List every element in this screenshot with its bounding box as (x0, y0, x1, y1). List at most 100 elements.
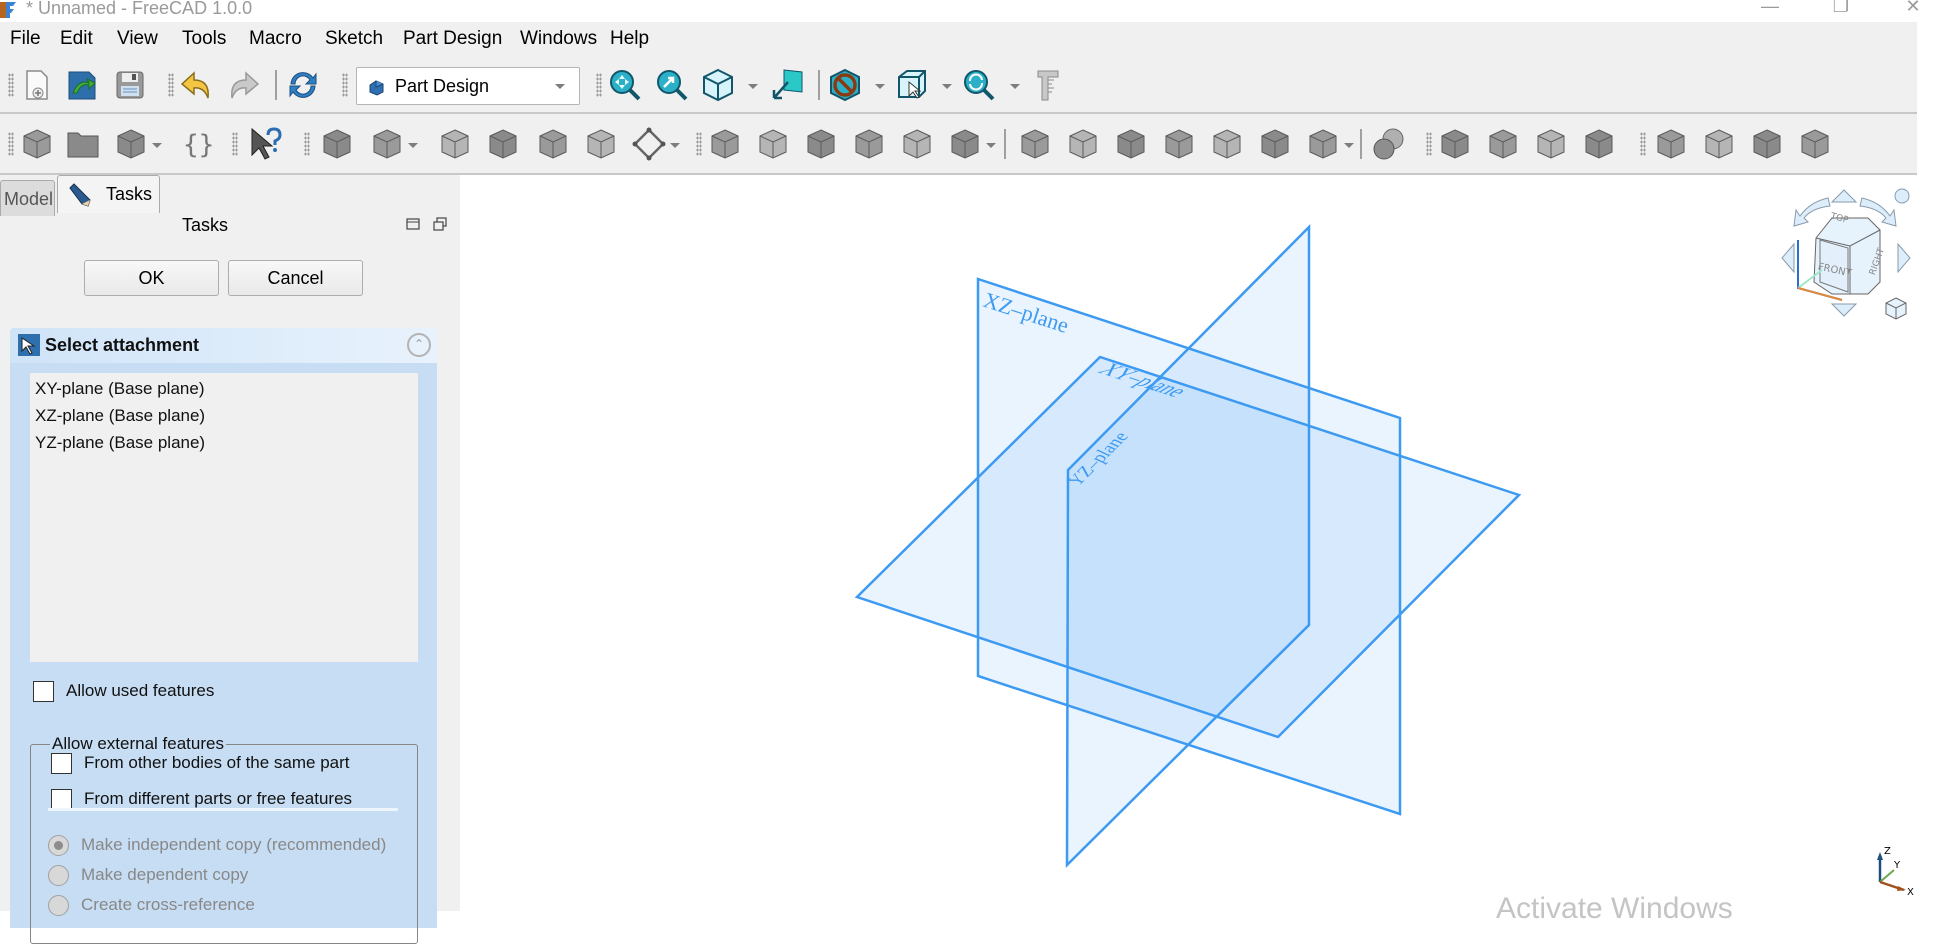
subtractive-pipe-icon[interactable] (1210, 127, 1244, 161)
toolbar-grip[interactable] (304, 132, 310, 156)
toolbar-grip[interactable] (8, 132, 14, 156)
toolbar-grip[interactable] (696, 132, 702, 156)
additive-loft-icon[interactable] (804, 127, 838, 161)
collapse-chevron-icon[interactable]: ⌃ (407, 333, 431, 357)
minimize-button[interactable]: — (1755, 0, 1785, 18)
undo-icon[interactable] (180, 68, 214, 102)
group-icon[interactable] (66, 127, 100, 161)
cancel-button[interactable]: Cancel (228, 260, 363, 296)
new-document-icon[interactable] (20, 68, 54, 102)
subshape-binder-icon[interactable] (536, 127, 570, 161)
toolbar-grip[interactable] (8, 73, 14, 97)
subtractive-primitive-dropdown[interactable] (1344, 143, 1354, 148)
independent-copy-radio[interactable] (48, 835, 69, 856)
link-icon[interactable] (114, 127, 148, 161)
independent-copy-label: Make independent copy (recommended) (81, 835, 387, 854)
toolbar-grip[interactable] (232, 132, 238, 156)
toolbar-grip[interactable] (596, 73, 602, 97)
workbench-selector[interactable]: Part Design (356, 67, 580, 105)
menu-view[interactable]: View (117, 28, 158, 50)
groove-icon[interactable] (1114, 127, 1148, 161)
save-document-icon[interactable] (113, 68, 147, 102)
isometric-view-icon[interactable] (701, 68, 735, 102)
additive-helix-icon[interactable] (900, 127, 934, 161)
mirrored-icon[interactable] (1654, 127, 1688, 161)
list-item[interactable]: YZ-plane (Base plane) (35, 433, 205, 453)
clone-icon[interactable] (584, 127, 618, 161)
reference-list[interactable]: XY-plane (Base plane) XZ-plane (Base pla… (30, 373, 418, 662)
pocket-icon[interactable] (1018, 127, 1052, 161)
create-sketch-icon[interactable] (370, 127, 404, 161)
additive-primitive-icon[interactable] (948, 127, 982, 161)
fillet-icon[interactable] (1438, 127, 1472, 161)
different-parts-checkbox[interactable] (51, 789, 72, 810)
shape-binder-icon[interactable] (486, 127, 520, 161)
menu-sketch[interactable]: Sketch (325, 28, 383, 50)
toolbar-grip[interactable] (1426, 132, 1432, 156)
measure-icon[interactable] (770, 68, 804, 102)
isometric-view-dropdown[interactable] (748, 84, 758, 89)
allow-used-features-checkbox[interactable] (33, 681, 54, 702)
linear-pattern-icon[interactable] (1702, 127, 1736, 161)
toolbar-grip[interactable] (1640, 132, 1646, 156)
menu-windows[interactable]: Windows (520, 28, 597, 50)
thickness-icon[interactable] (1582, 127, 1616, 161)
additive-pipe-icon[interactable] (852, 127, 886, 161)
subtractive-helix-icon[interactable] (1258, 127, 1292, 161)
body-icon[interactable] (320, 127, 354, 161)
pad-icon[interactable] (708, 127, 742, 161)
fit-all-icon[interactable] (608, 68, 642, 102)
fit-selection-icon[interactable] (655, 68, 689, 102)
list-item[interactable]: XY-plane (Base plane) (35, 379, 205, 399)
toolbar-grip[interactable] (168, 73, 174, 97)
menu-edit[interactable]: Edit (60, 28, 93, 50)
ok-button[interactable]: OK (84, 260, 219, 296)
multi-transform-icon[interactable] (1798, 127, 1832, 161)
create-sketch-dropdown[interactable] (408, 143, 418, 148)
menu-part-design[interactable]: Part Design (403, 28, 502, 50)
bounding-box-dropdown[interactable] (942, 84, 952, 89)
hole-icon[interactable] (1066, 127, 1100, 161)
subtractive-primitive-icon[interactable] (1306, 127, 1340, 161)
tab-tasks[interactable]: Tasks (57, 175, 160, 213)
draw-style-dropdown[interactable] (875, 84, 885, 89)
polar-pattern-icon[interactable] (1750, 127, 1784, 161)
menu-macro[interactable]: Macro (249, 28, 302, 50)
tab-model[interactable]: Model (0, 180, 55, 216)
measure-distance-icon[interactable] (1030, 68, 1064, 102)
dependent-copy-radio[interactable] (48, 865, 69, 886)
restore-button[interactable]: ❐ (1826, 0, 1856, 18)
revolution-icon[interactable] (756, 127, 790, 161)
toolbar-grip[interactable] (342, 73, 348, 97)
other-bodies-checkbox[interactable] (51, 753, 72, 774)
whats-this-icon[interactable] (248, 127, 282, 161)
boolean-icon[interactable] (1372, 127, 1406, 161)
redo-icon[interactable] (226, 68, 260, 102)
bounding-box-icon[interactable] (895, 68, 929, 102)
menu-tools[interactable]: Tools (182, 28, 226, 50)
dock-maximize-icon[interactable] (405, 216, 421, 232)
additive-primitive-dropdown[interactable] (986, 143, 996, 148)
variable-set-icon[interactable]: {} (180, 127, 214, 161)
part-icon[interactable] (20, 127, 54, 161)
cross-reference-radio[interactable] (48, 895, 69, 916)
draft-icon[interactable] (1534, 127, 1568, 161)
menu-file[interactable]: File (10, 28, 41, 50)
refresh-icon[interactable] (286, 68, 320, 102)
view-zoom-dropdown[interactable] (1010, 84, 1020, 89)
subtractive-loft-icon[interactable] (1162, 127, 1196, 161)
datum-dropdown[interactable] (670, 143, 680, 148)
validate-sketch-icon[interactable] (438, 127, 472, 161)
chamfer-icon[interactable] (1486, 127, 1520, 161)
open-document-icon[interactable] (66, 68, 100, 102)
dock-float-icon[interactable] (432, 216, 448, 232)
view-zoom-icon[interactable] (962, 68, 996, 102)
menu-help[interactable]: Help (610, 28, 649, 50)
list-item[interactable]: XZ-plane (Base plane) (35, 406, 205, 426)
datum-icon[interactable] (632, 127, 666, 161)
draw-style-icon[interactable] (828, 68, 862, 102)
close-button[interactable]: ✕ (1898, 0, 1928, 18)
toolbar-separator (818, 70, 820, 100)
dependent-copy-label: Make dependent copy (81, 865, 249, 884)
link-dropdown[interactable] (152, 143, 162, 148)
